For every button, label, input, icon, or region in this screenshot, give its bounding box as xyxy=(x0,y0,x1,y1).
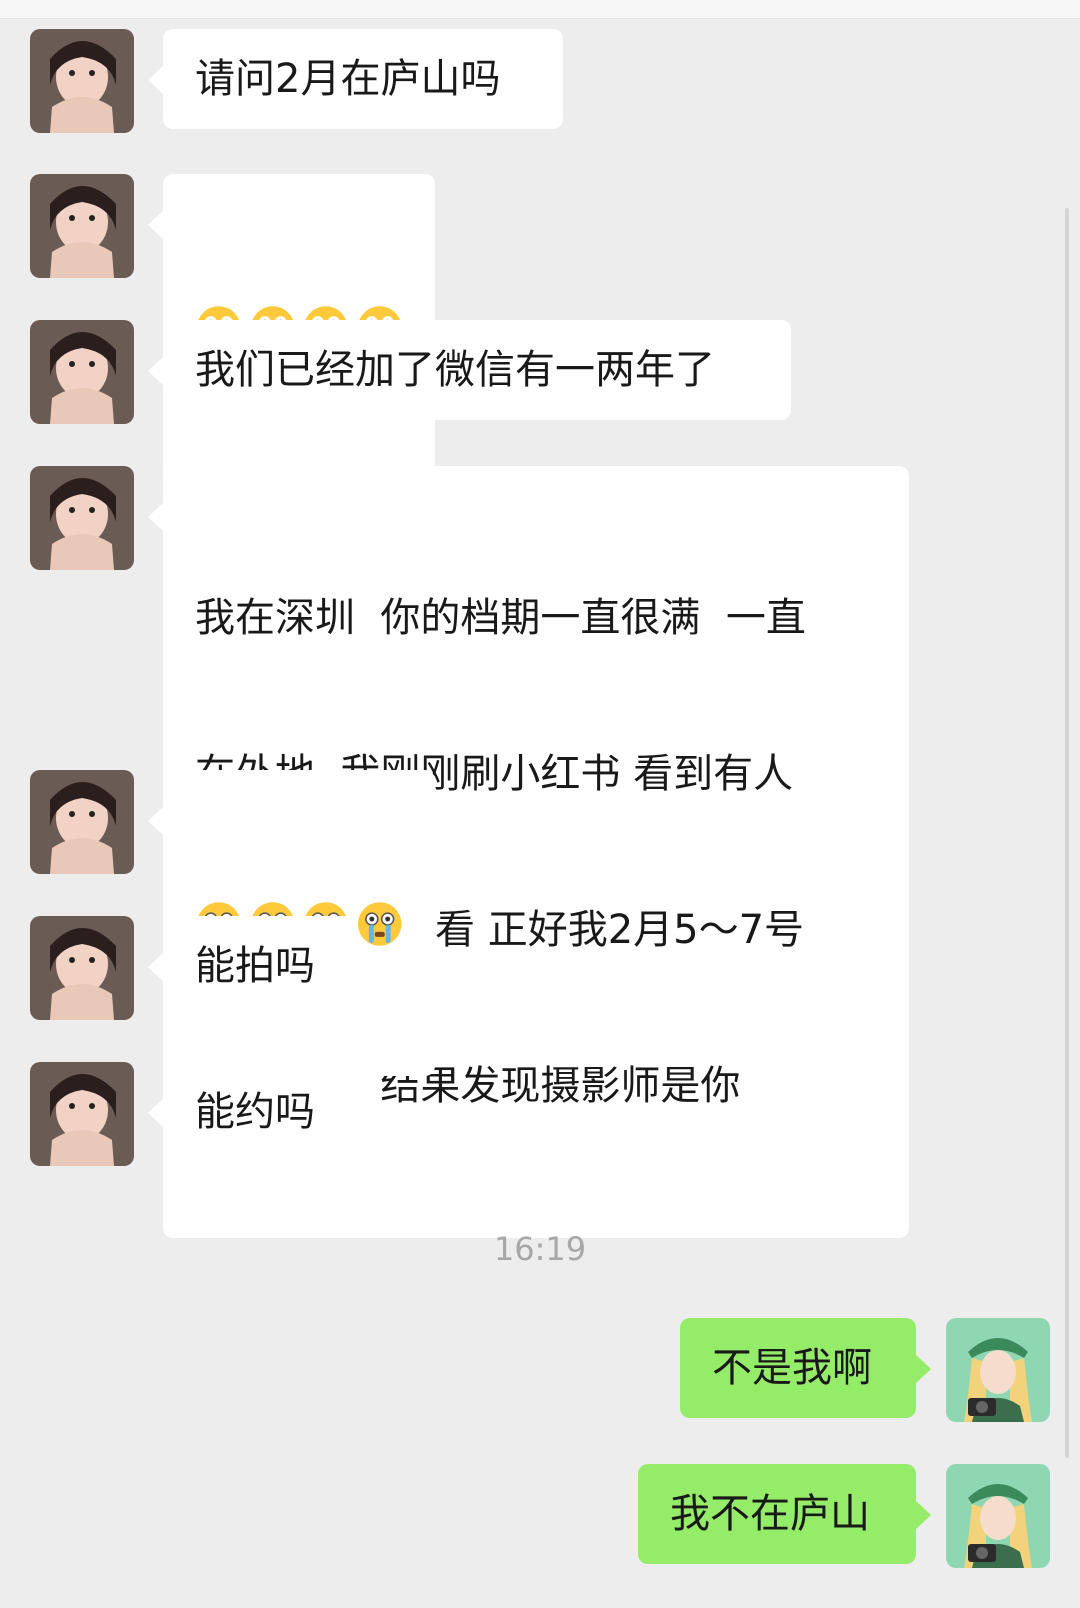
message-bubble[interactable]: 我们已经加了微信有一两年了 xyxy=(148,320,791,420)
message-bubble[interactable]: 能约吗 xyxy=(148,1062,355,1162)
message-bubble[interactable]: 能拍吗 xyxy=(148,916,355,1016)
crying-face-emoji xyxy=(357,902,402,946)
message-bubble[interactable]: 我不在庐山 xyxy=(638,1464,931,1564)
contact-avatar[interactable] xyxy=(30,29,134,133)
my-avatar[interactable] xyxy=(946,1318,1050,1422)
contact-avatar[interactable] xyxy=(30,320,134,424)
contact-avatar[interactable] xyxy=(30,1062,134,1166)
contact-avatar[interactable] xyxy=(30,174,134,278)
contact-avatar[interactable] xyxy=(30,770,134,874)
scrollbar[interactable] xyxy=(1065,208,1069,1458)
message-line: 我在深圳 你的档期一直很满 一直 xyxy=(195,595,806,641)
message-bubble[interactable]: 请问2月在庐山吗 xyxy=(148,29,563,129)
contact-avatar[interactable] xyxy=(30,916,134,1020)
chat-timestamp: 16:19 xyxy=(493,1230,587,1268)
message-bubble[interactable]: 不是我啊 xyxy=(680,1318,931,1418)
top-divider xyxy=(0,0,1080,19)
my-avatar[interactable] xyxy=(946,1464,1050,1568)
contact-avatar[interactable] xyxy=(30,466,134,570)
